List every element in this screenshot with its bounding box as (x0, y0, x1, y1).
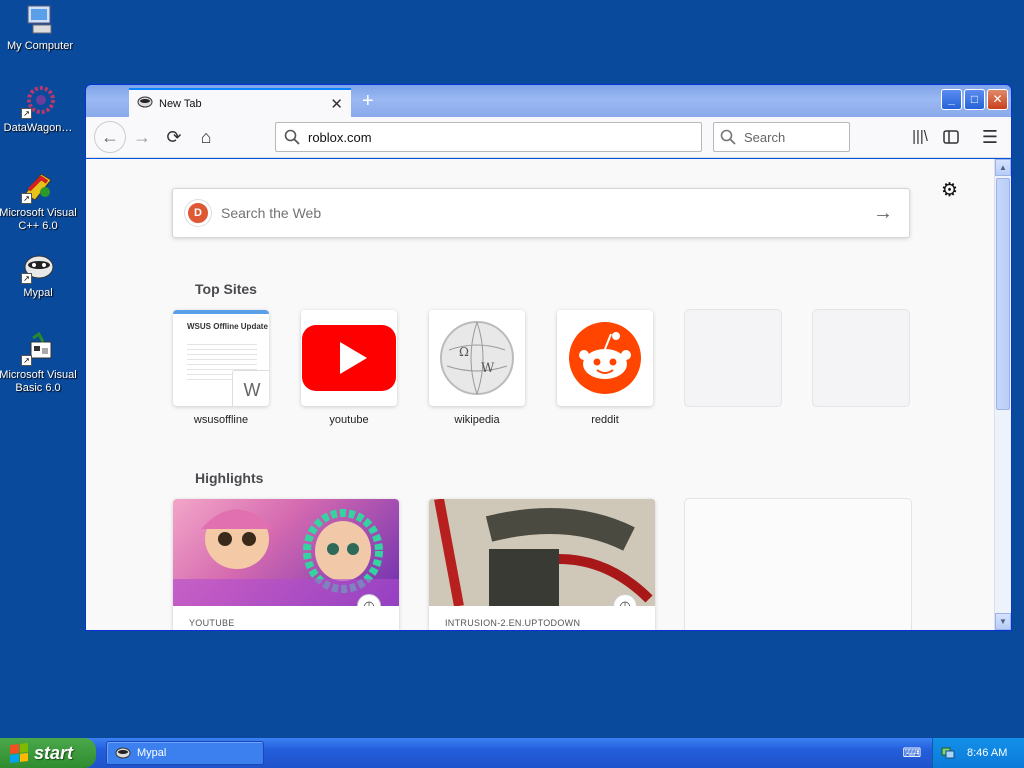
sidebar-icon[interactable] (939, 125, 963, 149)
top-site-wikipedia[interactable]: ΩW (429, 310, 525, 406)
highlight-source: YOUTUBE (189, 618, 235, 628)
tile-badge: W (232, 370, 269, 406)
taskbar-item-mypal[interactable]: Mypal (106, 741, 264, 765)
desktop-icon-visual-basic[interactable]: ↗ Microsoft Visual Basic 6.0 (0, 331, 78, 395)
game-screenshot-image (429, 499, 655, 606)
highlight-thumbnail: ◷ (173, 499, 399, 606)
desktop-icon-visual-cpp[interactable]: ↗ Microsoft Visual C++ 6.0 (0, 170, 78, 233)
system-tray: 8:46 AM (932, 738, 1024, 768)
web-search-box[interactable]: D Search the Web → (172, 188, 910, 238)
scroll-thumb[interactable] (996, 178, 1010, 410)
mypal-icon (115, 747, 131, 759)
url-bar[interactable]: roblox.com (275, 122, 702, 152)
highlights-heading: Highlights (195, 470, 264, 486)
highlight-card-empty (685, 499, 911, 630)
svg-text:Ω: Ω (459, 345, 469, 359)
home-button[interactable]: ⌂ (194, 125, 218, 149)
desktop-icon-mypal[interactable]: ↗ Mypal (0, 250, 78, 300)
top-site-wsusoffline[interactable]: WSUS Offline Update W (173, 310, 269, 406)
nav-toolbar: ← → ⟳ ⌂ roblox.com Search |||\ ☰ (86, 117, 1011, 158)
shortcut-arrow-icon: ↗ (21, 108, 32, 119)
thumbnail-title: WSUS Offline Update (187, 322, 268, 331)
clock[interactable]: 8:46 AM (967, 747, 1007, 759)
menu-icon[interactable]: ☰ (978, 125, 1002, 149)
top-site-label: wikipedia (454, 414, 500, 426)
desktop-icon-datawagon[interactable]: ↗ DataWagon… (0, 85, 78, 135)
new-tab-page: ⚙ D Search the Web → Top Sites WSUS Offl… (86, 159, 994, 630)
tab-title: New Tab (159, 98, 202, 110)
page-thumbnail-bar (173, 310, 269, 314)
computer-icon (23, 3, 57, 37)
tab-new-tab[interactable]: New Tab ✕ (129, 88, 351, 118)
search-icon (284, 129, 300, 145)
wikipedia-globe-icon: ΩW (440, 321, 514, 395)
taskbar-item-label: Mypal (137, 747, 167, 759)
visual-basic-icon: ↗ (21, 331, 55, 366)
svg-text:W: W (481, 361, 495, 376)
visual-cpp-icon: ↗ (21, 170, 55, 204)
reload-button[interactable]: ⟳ (162, 125, 186, 149)
taskbar: start Mypal ⌨ 8:46 AM (0, 738, 1024, 768)
top-site-label: youtube (329, 414, 369, 426)
shortcut-arrow-icon: ↗ (21, 355, 32, 366)
top-site-reddit[interactable] (557, 310, 653, 406)
desktop-icon-label: Mypal (23, 287, 53, 299)
web-search-placeholder: Search the Web (221, 205, 322, 221)
desktop-icon-label: My Computer (6, 40, 74, 52)
scroll-down-button[interactable]: ▼ (995, 613, 1011, 630)
search-placeholder: Search (744, 129, 786, 145)
browser-window: New Tab ✕ + _ □ ✕ ← → ⟳ ⌂ roblox.com Sea… (85, 84, 1012, 631)
network-icon[interactable] (941, 745, 955, 762)
url-text: roblox.com (308, 129, 372, 145)
desktop-icon-label: Microsoft Visual C++ 6.0 (0, 207, 77, 232)
top-site-empty[interactable] (813, 310, 909, 406)
desktop-icon-my-computer[interactable]: My Computer (0, 3, 80, 53)
shortcut-arrow-icon: ↗ (21, 193, 32, 204)
datawagon-icon: ↗ (21, 85, 55, 119)
highlight-card-intrusion[interactable]: ◷ INTRUSION-2.EN.UPTODOWN (429, 499, 655, 630)
windows-logo-icon (10, 743, 28, 763)
top-site-empty[interactable] (685, 310, 781, 406)
reddit-logo-icon (569, 322, 641, 394)
mypal-favicon-icon (137, 95, 153, 113)
scroll-up-button[interactable]: ▲ (995, 159, 1011, 176)
top-site-label: reddit (591, 414, 619, 426)
start-button[interactable]: start (0, 738, 96, 768)
shortcut-arrow-icon: ↗ (21, 273, 32, 284)
highlight-source: INTRUSION-2.EN.UPTODOWN (445, 618, 581, 628)
library-icon[interactable]: |||\ (908, 125, 932, 149)
forward-button[interactable]: → (130, 125, 154, 149)
highlight-thumbnail: ◷ (429, 499, 655, 606)
mypal-raccoon-icon: ↗ (21, 250, 55, 284)
search-icon (720, 129, 736, 145)
tab-close-icon[interactable]: ✕ (330, 95, 343, 113)
top-site-label: wsusoffline (193, 414, 249, 426)
gear-icon[interactable]: ⚙ (941, 179, 958, 202)
vertical-scrollbar[interactable]: ▲ ▼ (994, 159, 1011, 630)
back-button[interactable]: ← (94, 121, 126, 153)
search-bar[interactable]: Search (713, 122, 850, 152)
start-label: start (34, 742, 74, 763)
highlight-card-youtube[interactable]: ◷ YOUTUBE (173, 499, 399, 630)
maximize-button[interactable]: □ (964, 89, 985, 110)
top-site-youtube[interactable] (301, 310, 397, 406)
close-window-button[interactable]: ✕ (987, 89, 1008, 110)
title-bar[interactable]: New Tab ✕ + _ □ ✕ (86, 85, 1011, 118)
cartoon-characters-image (173, 509, 399, 606)
top-sites-heading: Top Sites (195, 281, 257, 297)
youtube-logo-icon (302, 325, 396, 391)
minimize-button[interactable]: _ (941, 89, 962, 110)
arrow-right-icon[interactable]: → (873, 202, 893, 225)
desktop-icon-label: DataWagon… (3, 122, 73, 134)
new-tab-button[interactable]: + (362, 91, 374, 111)
desktop-icon-label: Microsoft Visual Basic 6.0 (0, 369, 77, 394)
keyboard-icon[interactable]: ⌨ (902, 745, 922, 761)
duckduckgo-icon: D (185, 200, 211, 226)
